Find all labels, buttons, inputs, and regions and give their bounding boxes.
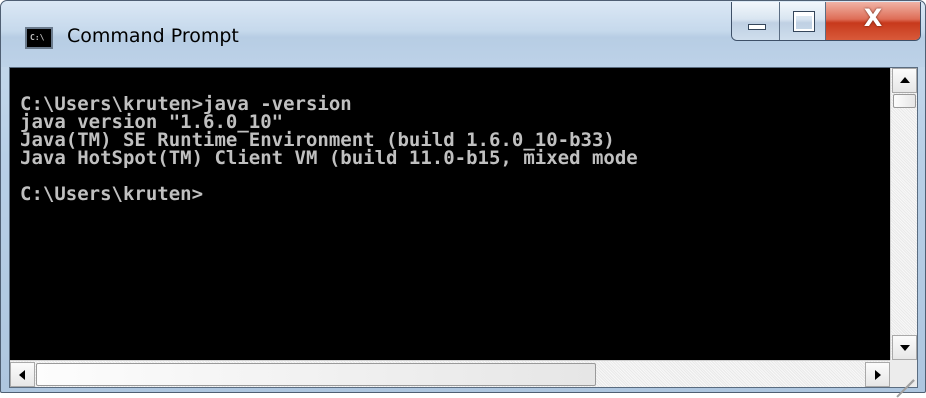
minimize-icon [748,24,766,30]
resize-grip[interactable] [890,360,917,398]
command-prompt-icon[interactable]: C:\ [25,27,53,49]
window-title: Command Prompt [67,25,239,47]
resize-grip-line [896,379,915,398]
horizontal-scrollbar[interactable] [10,360,890,387]
console-client-area: C:\Users\kruten>java -version java versi… [9,67,918,398]
console-output[interactable]: C:\Users\kruten>java -version java versi… [10,68,890,360]
vertical-scroll-thumb[interactable] [893,94,916,108]
arrow-right-icon [875,370,881,380]
horizontal-scroll-thumb[interactable] [36,363,596,386]
console-line: C:\Users\kruten> [20,183,204,205]
close-button[interactable]: X [826,2,920,40]
arrow-down-icon [900,345,910,351]
arrow-left-icon [19,370,25,380]
arrow-up-icon [900,77,910,83]
close-icon: X [863,4,883,32]
maximize-icon [793,11,815,32]
maximize-button[interactable] [780,2,826,40]
console-line: Java HotSpot(TM) Client VM (build 11.0-b… [20,147,638,169]
caption-buttons: X [731,2,921,41]
title-bar[interactable]: C:\ Command Prompt X [1,1,925,67]
minimize-button[interactable] [732,2,780,40]
command-prompt-window: C:\ Command Prompt X C:\Users\kruten>jav… [0,0,926,398]
scroll-down-button[interactable] [892,335,917,360]
scroll-right-button[interactable] [865,362,890,387]
vertical-scrollbar[interactable] [890,68,917,360]
scroll-up-button[interactable] [892,68,917,93]
scroll-left-button[interactable] [10,362,35,387]
